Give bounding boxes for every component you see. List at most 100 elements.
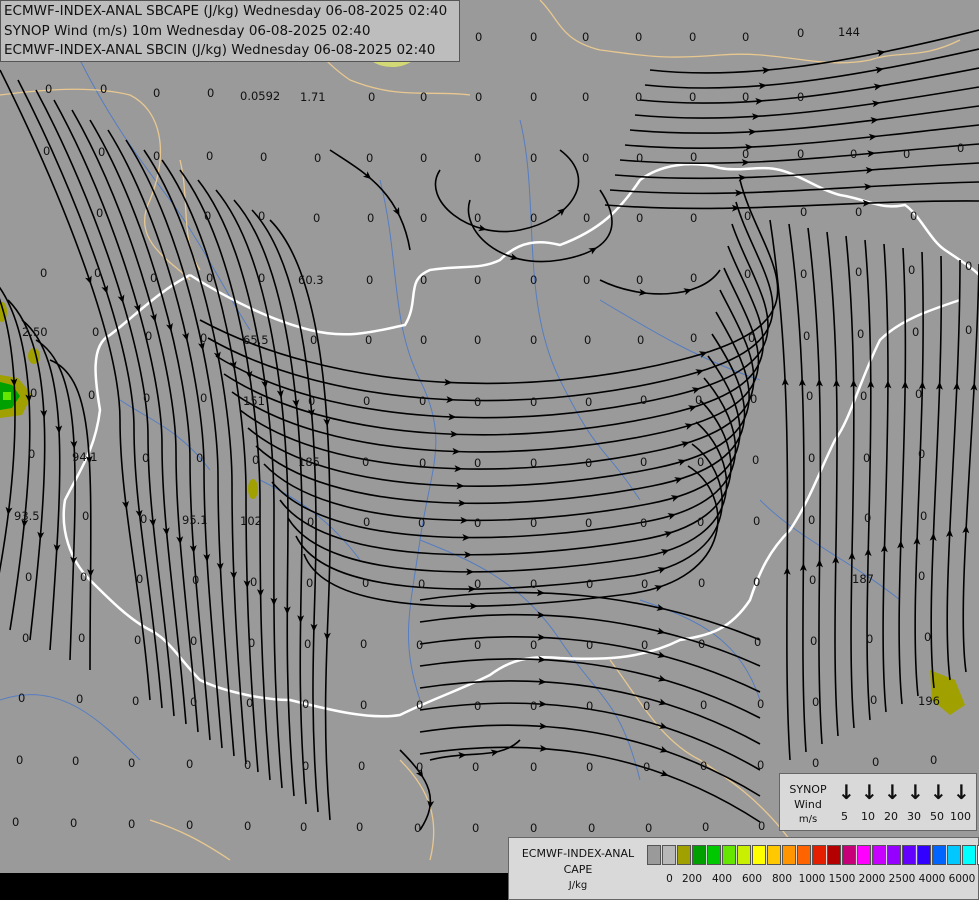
value-label: 0	[797, 26, 804, 40]
value-label: 0	[362, 576, 369, 590]
value-label: 0.0592	[240, 89, 280, 103]
value-label: 0	[585, 456, 592, 470]
value-label: 0	[690, 211, 697, 225]
value-label: 0	[368, 90, 375, 104]
value-label: 0	[583, 273, 590, 287]
wind-arrow-icon: ↓	[838, 780, 855, 804]
value-label: 1.71	[300, 90, 326, 104]
value-label: 0	[416, 760, 423, 774]
cape-tick-label: 800	[771, 873, 793, 885]
value-label: 0	[472, 760, 479, 774]
value-label: 0	[307, 515, 314, 529]
value-label: 0	[18, 691, 25, 705]
value-label: 151	[243, 394, 265, 408]
value-label: 0	[700, 698, 707, 712]
value-label: 0	[640, 393, 647, 407]
value-label: 0	[474, 456, 481, 470]
value-label: 0	[530, 273, 537, 287]
value-label: 0	[803, 329, 810, 343]
value-label: 0	[530, 638, 537, 652]
value-label: 0	[690, 150, 697, 164]
value-label: 0	[530, 516, 537, 530]
cape-tick-label: 600	[741, 873, 763, 885]
value-label: 0	[358, 759, 365, 773]
cape-color-swatch	[827, 845, 841, 865]
cape-tick-label: 400	[711, 873, 733, 885]
value-label: 0	[366, 273, 373, 287]
value-label: 0	[582, 30, 589, 44]
value-label: 0	[78, 631, 85, 645]
value-label: 0	[697, 455, 704, 469]
value-label: 0	[850, 147, 857, 161]
value-label: 0	[142, 451, 149, 465]
value-label: 95.1	[182, 513, 208, 527]
value-label: 0	[420, 333, 427, 347]
cape-color-swatch	[692, 845, 706, 865]
wind-legend: SYNOP Wind m/s ↓ ↓ ↓ ↓ ↓ ↓ 5 10 20 30 50…	[779, 773, 977, 831]
value-label: 0	[88, 388, 95, 402]
value-label: 0	[920, 509, 927, 523]
value-label: 0	[586, 577, 593, 591]
value-label: 0	[80, 570, 87, 584]
value-label: 0	[697, 515, 704, 529]
cape-color-swatch	[902, 845, 916, 865]
value-label: 0	[300, 820, 307, 834]
value-label: 0	[908, 263, 915, 277]
cape-color-swatch	[842, 845, 856, 865]
cape-color-swatch	[677, 845, 691, 865]
value-label: 0	[855, 265, 862, 279]
value-label: 0	[586, 760, 593, 774]
value-label: 0	[308, 394, 315, 408]
value-label: 0	[92, 325, 99, 339]
value-label: 0	[530, 333, 537, 347]
value-label: 0	[258, 209, 265, 223]
wind-arrow-icon: ↓	[861, 780, 878, 804]
value-label: 0	[12, 815, 19, 829]
value-label: 0	[420, 90, 427, 104]
value-label: 0	[362, 455, 369, 469]
value-label: 0	[360, 698, 367, 712]
value-label: 196	[918, 694, 940, 708]
value-label: 0	[70, 816, 77, 830]
value-label: 0	[808, 451, 815, 465]
value-label: 0	[757, 758, 764, 772]
cape-legend: ECMWF-INDEX-ANAL CAPE J/kg 0 200 400 600 800…	[508, 837, 979, 900]
value-label: 0	[419, 456, 426, 470]
value-label: 0	[244, 819, 251, 833]
cape-tick-label: 200	[681, 873, 703, 885]
value-label: 0	[742, 90, 749, 104]
value-label: 0	[585, 395, 592, 409]
cape-color-swatch	[647, 845, 661, 865]
value-label: 0	[418, 577, 425, 591]
value-label: 0	[248, 636, 255, 650]
value-label: 0	[363, 515, 370, 529]
value-label: 0	[200, 331, 207, 345]
value-label: 0	[806, 389, 813, 403]
value-label: 0	[640, 516, 647, 530]
wind-arrow-icon: ↓	[884, 780, 901, 804]
value-label: 0	[757, 697, 764, 711]
value-label: 0	[419, 394, 426, 408]
wind-legend-title: SYNOP	[789, 783, 827, 796]
value-label: 0	[145, 329, 152, 343]
wind-speed-label: 50	[930, 810, 944, 823]
value-label: 0	[416, 698, 423, 712]
value-label: 0	[754, 635, 761, 649]
cape-color-scale	[647, 845, 979, 865]
value-label: 0	[750, 392, 757, 406]
value-label: 0	[474, 699, 481, 713]
value-label: 185	[298, 455, 320, 469]
value-label: 0	[965, 259, 972, 273]
value-label: 0	[753, 575, 760, 589]
value-label: 0	[742, 147, 749, 161]
title-line-wind: SYNOP Wind (m/s) 10m Wednesday 06-08-202…	[4, 22, 371, 39]
value-label: 0	[304, 637, 311, 651]
value-label: 0	[640, 455, 647, 469]
value-label: 0	[100, 82, 107, 96]
value-label: 0	[25, 570, 32, 584]
value-label: 0	[700, 759, 707, 773]
value-label: 0	[474, 211, 481, 225]
value-label: 0	[702, 820, 709, 834]
value-label: 0	[474, 333, 481, 347]
value-label: 0	[150, 271, 157, 285]
